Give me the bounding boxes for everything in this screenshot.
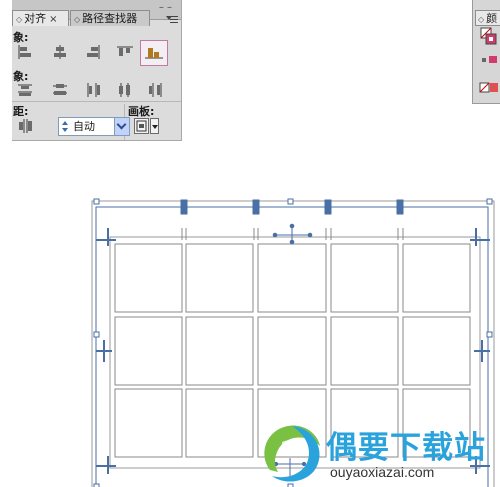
table-cell	[185, 388, 254, 458]
distribute-vertical-center-button[interactable]	[51, 82, 69, 98]
tab-pathfinder-label: 路径查找器	[82, 12, 138, 25]
table-cell	[330, 316, 399, 386]
distribute-right-icon	[149, 83, 162, 97]
align-to-label: 画板:	[128, 105, 155, 118]
spacing-value-field[interactable]: 自动	[58, 117, 130, 136]
tab-align-label: 对齐	[24, 12, 47, 25]
align-left-icon	[18, 45, 31, 59]
align-right-icon	[87, 45, 100, 59]
table-cell	[185, 243, 254, 313]
table-cell	[402, 243, 471, 313]
panel-menu-icon[interactable]	[166, 14, 178, 24]
distribute-vertical-space-button[interactable]	[16, 118, 34, 134]
panel-collapse-button[interactable]: – –	[159, 2, 172, 13]
panel-tab-bar: – – ◇ 对齐 × ◇ 路径查找器	[12, 0, 181, 26]
horizontal-align-right-button[interactable]	[84, 44, 102, 60]
distribute-horizontal-center-button[interactable]	[116, 82, 134, 98]
horizontal-align-center-button[interactable]	[51, 44, 69, 60]
tab-pathfinder[interactable]: ◇ 路径查找器	[70, 10, 150, 26]
tab-color-label: 颜	[486, 12, 498, 25]
distribute-bottom-icon	[87, 83, 100, 97]
default-colors-icon[interactable]	[482, 56, 497, 63]
distribute-right-button[interactable]	[146, 82, 164, 98]
section-divider	[12, 101, 181, 102]
align-top-icon	[117, 46, 133, 56]
center-marker-top[interactable]	[272, 223, 313, 245]
table-cell	[330, 243, 399, 313]
distribute-spacing-label: 距:	[13, 105, 29, 118]
table-cell	[257, 316, 327, 386]
chevron-down-icon[interactable]	[114, 118, 129, 135]
close-icon[interactable]: ×	[49, 14, 57, 25]
table-cell	[114, 243, 183, 313]
spacing-value: 自动	[73, 120, 95, 133]
table-cell	[114, 316, 183, 386]
align-to-artboard-button[interactable]	[134, 118, 149, 134]
table-cell	[402, 316, 471, 386]
watermark-title: 偶要下载站	[326, 430, 486, 466]
tab-grip-icon: ◇	[16, 15, 23, 24]
align-to-dropdown[interactable]	[150, 118, 159, 134]
watermark-url: ouyaoxiazai.com	[330, 464, 435, 480]
distribute-top-button[interactable]	[16, 82, 34, 98]
none-color-icon[interactable]	[479, 82, 498, 93]
align-center-icon	[54, 45, 66, 59]
distribute-hcenter-icon	[119, 83, 130, 97]
distribute-top-icon	[18, 84, 32, 96]
fill-stroke-swatches	[479, 27, 498, 93]
vertical-align-bottom-button[interactable]	[140, 40, 168, 66]
side-markers[interactable]	[96, 340, 490, 362]
distribute-vspace-icon	[19, 119, 32, 133]
watermark: 偶要下载站 ouyaoxiazai.com	[256, 420, 496, 487]
watermark-logo-icon	[264, 425, 320, 482]
horizontal-align-left-button[interactable]	[16, 44, 34, 60]
tab-color[interactable]: ◇ 颜	[475, 10, 500, 26]
distribute-bottom-button[interactable]	[84, 82, 102, 98]
vertical-align-top-button[interactable]	[116, 44, 134, 60]
table-cell	[114, 388, 183, 458]
align-objects-label: 象:	[13, 31, 29, 44]
align-bottom-icon	[145, 48, 163, 59]
table-cell	[257, 243, 327, 313]
distribute-vcenter-icon	[53, 84, 67, 95]
align-panel: – – ◇ 对齐 × ◇ 路径查找器 象: 象: 距: 自动 画板:	[12, 0, 182, 141]
color-panel: ◇ 颜	[472, 0, 500, 104]
fill-stroke-icon[interactable]	[480, 27, 497, 45]
tab-grip-icon: ◇	[478, 15, 485, 24]
artboard-icon	[136, 120, 147, 132]
tab-align[interactable]: ◇ 对齐 ×	[12, 10, 69, 26]
spinner-arrows-icon[interactable]	[61, 119, 70, 134]
tab-grip-icon: ◇	[74, 15, 81, 24]
table-cell	[185, 316, 254, 386]
